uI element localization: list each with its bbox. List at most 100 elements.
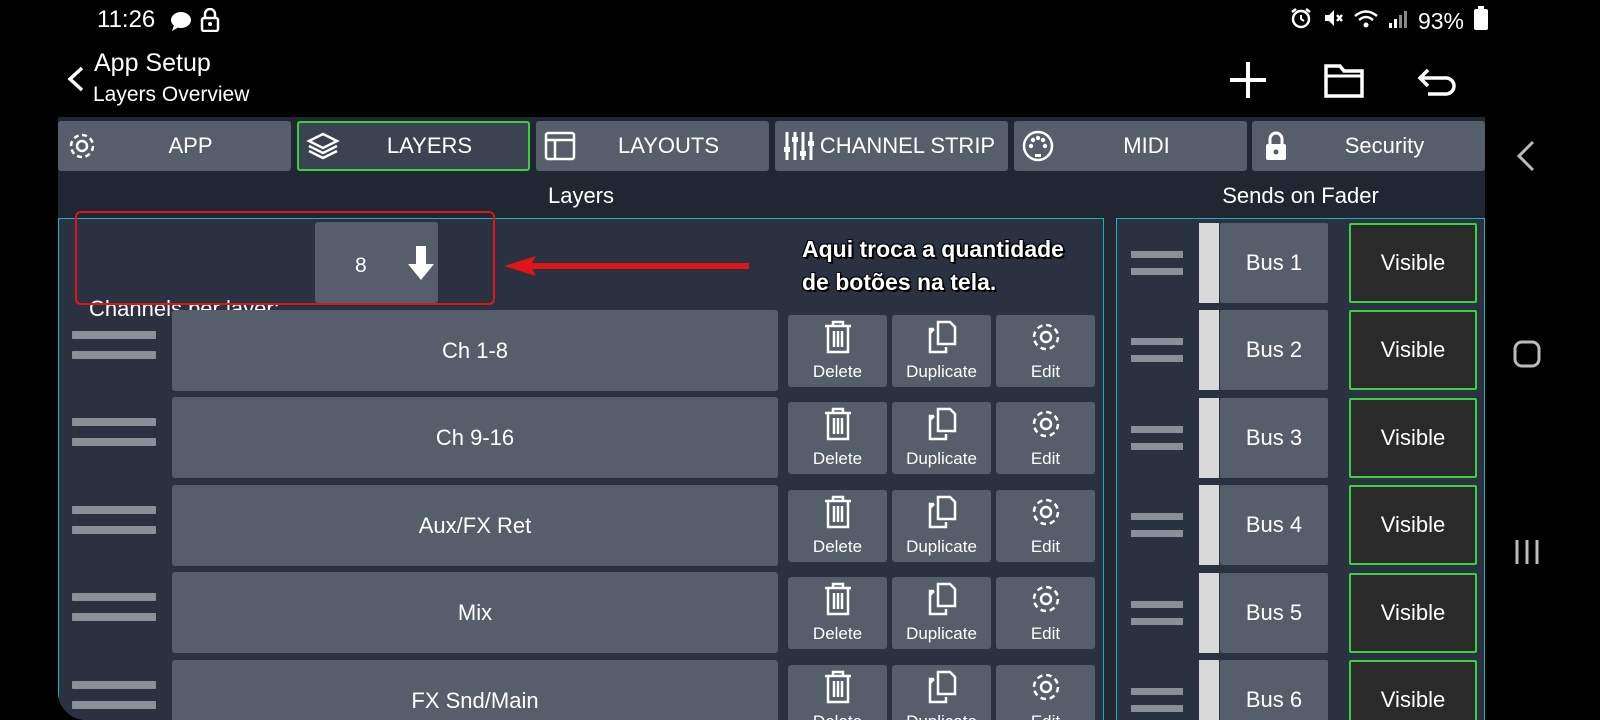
sliders-icon xyxy=(779,126,819,166)
battery-percent: 93% xyxy=(1417,7,1464,34)
bus-color-bar xyxy=(1199,660,1219,720)
wifi-icon xyxy=(1354,8,1378,35)
action-label: Edit xyxy=(1030,362,1061,381)
edit-button[interactable]: Edit xyxy=(996,402,1095,474)
undo-icon xyxy=(1417,68,1456,96)
tab-midi[interactable]: MIDI xyxy=(1014,121,1247,171)
tab-label: Security xyxy=(1344,133,1425,158)
gear-icon xyxy=(996,494,1095,530)
duplicate-button[interactable]: Duplicate xyxy=(892,315,991,387)
layers-section-title: Layers xyxy=(547,183,615,208)
nav-recents-button[interactable] xyxy=(1505,530,1549,574)
edit-button[interactable]: Edit xyxy=(996,315,1095,387)
edit-button[interactable]: Edit xyxy=(996,577,1095,649)
delete-button[interactable]: Delete xyxy=(788,490,887,562)
visible-toggle[interactable]: Visible xyxy=(1349,310,1477,390)
layers-panel: Channels per layer: 8 Ch 1-8 Delete Duplic… xyxy=(58,211,1104,720)
delete-button[interactable]: Delete xyxy=(788,665,887,720)
action-label: Delete xyxy=(788,712,887,720)
status-time: 11:26 xyxy=(97,6,156,33)
drag-handle[interactable] xyxy=(72,418,156,446)
edit-button[interactable]: Edit xyxy=(996,665,1095,720)
trash-icon xyxy=(788,494,887,530)
bus-color-bar xyxy=(1199,573,1219,653)
tab-security[interactable]: Security xyxy=(1252,121,1485,171)
bus-button[interactable]: Bus 3 xyxy=(1220,398,1328,478)
bus-button[interactable]: Bus 1 xyxy=(1220,223,1328,303)
nav-home-button[interactable] xyxy=(1505,332,1549,376)
action-label: Delete xyxy=(812,537,863,556)
layers-icon xyxy=(303,126,343,166)
drag-handle[interactable] xyxy=(1131,338,1183,362)
duplicate-icon xyxy=(892,669,991,705)
add-button[interactable] xyxy=(1224,56,1272,104)
midi-icon xyxy=(1018,126,1058,166)
tab-label: MIDI xyxy=(1123,133,1170,158)
tab-label: APP xyxy=(168,133,213,158)
action-label: Edit xyxy=(1030,449,1061,468)
gear-icon xyxy=(996,669,1095,705)
drag-handle[interactable] xyxy=(1131,601,1183,625)
action-label: Delete xyxy=(812,449,863,468)
layout-icon xyxy=(540,126,580,166)
duplicate-icon xyxy=(892,319,991,355)
back-button[interactable] xyxy=(64,62,88,96)
nav-recents-icon xyxy=(1515,540,1539,564)
duplicate-button[interactable]: Duplicate xyxy=(892,577,991,649)
visible-toggle[interactable]: Visible xyxy=(1349,485,1477,565)
tab-layers[interactable]: LAYERS xyxy=(297,121,530,171)
delete-button[interactable]: Delete xyxy=(788,577,887,649)
page-subtitle: Layers Overview xyxy=(93,83,250,106)
tab-app[interactable]: APP xyxy=(58,121,291,171)
drag-handle[interactable] xyxy=(72,506,156,534)
tab-layouts[interactable]: LAYOUTS xyxy=(536,121,769,171)
nav-back-icon xyxy=(1516,140,1535,172)
visible-toggle[interactable]: Visible xyxy=(1349,398,1477,478)
sends-panel: Bus 1 Visible Bus 2 Visible Bus 3 Visible Bus … xyxy=(1116,218,1485,720)
duplicate-button[interactable]: Duplicate xyxy=(892,665,991,720)
delete-button[interactable]: Delete xyxy=(788,402,887,474)
layer-button[interactable]: Ch 1-8 xyxy=(172,310,778,391)
gear-icon xyxy=(996,581,1095,617)
drag-handle[interactable] xyxy=(72,681,156,709)
lock-icon xyxy=(1256,126,1296,166)
sends-section-title: Sends on Fader xyxy=(1222,183,1379,208)
action-label: Delete xyxy=(812,362,863,381)
trash-icon xyxy=(788,406,887,442)
layer-button[interactable]: Mix xyxy=(172,572,778,653)
folder-button[interactable] xyxy=(1320,56,1368,104)
tab-channel-strip[interactable]: CHANNEL STRIP xyxy=(775,121,1008,171)
drag-handle[interactable] xyxy=(1131,513,1183,537)
edit-button[interactable]: Edit xyxy=(996,490,1095,562)
chat-icon xyxy=(170,10,192,37)
layer-button[interactable]: Ch 9-16 xyxy=(172,397,778,478)
bus-button[interactable]: Bus 6 xyxy=(1220,660,1328,720)
bus-color-bar xyxy=(1199,485,1219,565)
bus-button[interactable]: Bus 4 xyxy=(1220,485,1328,565)
visible-toggle[interactable]: Visible xyxy=(1349,223,1477,303)
nav-home-icon xyxy=(1513,340,1541,368)
action-label: Duplicate xyxy=(906,537,977,556)
drag-handle[interactable] xyxy=(72,331,156,359)
bus-button[interactable]: Bus 5 xyxy=(1220,573,1328,653)
annotation-text: Aqui troca a quantidade de botões na tel… xyxy=(802,233,1064,299)
drag-handle[interactable] xyxy=(1131,426,1183,450)
delete-button[interactable]: Delete xyxy=(788,315,887,387)
undo-button[interactable] xyxy=(1414,56,1462,104)
nav-back-button[interactable] xyxy=(1505,134,1549,178)
drag-handle[interactable] xyxy=(72,593,156,621)
layer-button[interactable]: Aux/FX Ret xyxy=(172,485,778,566)
visible-toggle[interactable]: Visible xyxy=(1349,573,1477,653)
tab-label: LAYERS xyxy=(386,133,473,158)
duplicate-button[interactable]: Duplicate xyxy=(892,402,991,474)
bus-button[interactable]: Bus 2 xyxy=(1220,310,1328,390)
duplicate-button[interactable]: Duplicate xyxy=(892,490,991,562)
visible-toggle[interactable]: Visible xyxy=(1349,660,1477,720)
annotation-line: de botões na tela. xyxy=(802,269,997,295)
drag-handle[interactable] xyxy=(1131,251,1183,275)
annotation-line: Aqui troca a quantidade xyxy=(802,236,1064,262)
action-label: Edit xyxy=(1030,537,1061,556)
drag-handle[interactable] xyxy=(1131,688,1183,712)
layer-button[interactable]: FX Snd/Main xyxy=(172,660,778,720)
duplicate-icon xyxy=(892,581,991,617)
